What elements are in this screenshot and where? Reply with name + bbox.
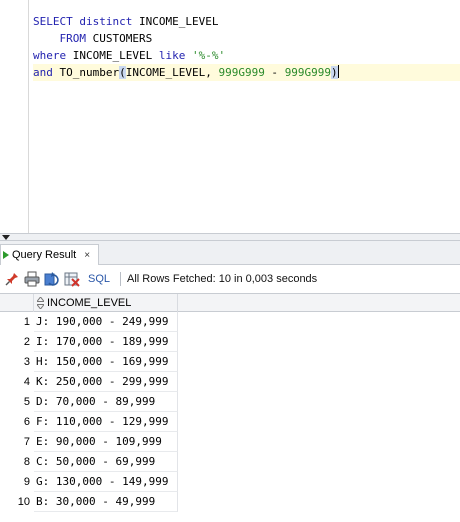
bracket-close: )	[331, 66, 338, 79]
table-row[interactable]: 10 B: 30,000 - 49,999	[0, 492, 460, 512]
collapse-arrow-icon[interactable]	[2, 235, 10, 240]
code-line-3: where INCOME_LEVEL like '%-%'	[33, 47, 460, 64]
grid-header: INCOME_LEVEL	[0, 293, 460, 312]
export-icon[interactable]	[64, 271, 80, 287]
table-row[interactable]: 2 I: 170,000 - 189,999	[0, 332, 460, 352]
table-row[interactable]: 4 K: 250,000 - 299,999	[0, 372, 460, 392]
column-header-income-level[interactable]: INCOME_LEVEL	[34, 294, 178, 312]
cell-income-level[interactable]: G: 130,000 - 149,999	[34, 472, 178, 492]
row-number: 6	[23, 416, 30, 428]
row-number: 10	[17, 496, 30, 508]
code-line-2: FROM CUSTOMERS	[33, 30, 460, 47]
results-tabbar: Query Result ×	[0, 241, 460, 265]
row-number: 1	[23, 316, 30, 328]
table-row[interactable]: 8 C: 50,000 - 69,999	[0, 452, 460, 472]
identifier: INCOME_LEVEL,	[125, 66, 219, 79]
sort-icon[interactable]	[37, 297, 44, 309]
grid-rows: 1 J: 190,000 - 249,999 2 I: 170,000 - 189,9…	[0, 312, 460, 512]
cell-income-level[interactable]: E: 90,000 - 109,999	[34, 432, 178, 452]
format-literal: 999G999	[218, 66, 265, 79]
pin-icon[interactable]	[4, 271, 20, 287]
print-icon[interactable]	[24, 271, 40, 287]
string-literal: '%-%'	[191, 49, 226, 62]
tab-label: Query Result	[12, 249, 77, 261]
function-name: TO_number	[52, 66, 120, 79]
row-number: 5	[23, 396, 30, 408]
sql-editor[interactable]: SELECT distinct INCOME_LEVEL FROM CUSTOM…	[0, 0, 460, 233]
code-area[interactable]: SELECT distinct INCOME_LEVEL FROM CUSTOM…	[33, 13, 460, 81]
close-icon[interactable]: ×	[84, 250, 90, 261]
column-label: INCOME_LEVEL	[47, 297, 132, 309]
keyword: FROM	[59, 32, 87, 45]
results-grid[interactable]: INCOME_LEVEL 1 J: 190,000 - 249,999 2 I: 17…	[0, 293, 460, 522]
bracket-open: (	[119, 66, 126, 79]
editor-gutter	[28, 0, 29, 233]
results-toolbar: SQL All Rows Fetched: 10 in 0,003 second…	[0, 265, 460, 293]
fetch-status: All Rows Fetched: 10 in 0,003 seconds	[127, 273, 318, 285]
row-number: 9	[23, 476, 30, 488]
keyword: where	[33, 49, 67, 62]
panel-splitter[interactable]	[0, 233, 460, 241]
row-header-corner	[0, 294, 34, 312]
cell-income-level[interactable]: H: 150,000 - 169,999	[34, 352, 178, 372]
table-row[interactable]: 7 E: 90,000 - 109,999	[0, 432, 460, 452]
code-line-1: SELECT distinct INCOME_LEVEL	[33, 13, 460, 30]
cell-income-level[interactable]: B: 30,000 - 49,999	[34, 492, 178, 512]
toolbar-divider	[120, 272, 122, 286]
refresh-icon[interactable]	[44, 271, 60, 287]
table-row[interactable]: 9 G: 130,000 - 149,999	[0, 472, 460, 492]
format-literal: 999G999	[284, 66, 332, 79]
table-row[interactable]: 1 J: 190,000 - 249,999	[0, 312, 460, 332]
row-number: 7	[23, 436, 30, 448]
table-row[interactable]: 5 D: 70,000 - 89,999	[0, 392, 460, 412]
cell-income-level[interactable]: K: 250,000 - 299,999	[34, 372, 178, 392]
row-number: 2	[23, 336, 30, 348]
keyword: SELECT distinct	[33, 15, 133, 28]
identifier: CUSTOMERS	[86, 32, 153, 45]
cell-income-level[interactable]: I: 170,000 - 189,999	[34, 332, 178, 352]
identifier: INCOME_LEVEL	[132, 15, 219, 28]
cell-income-level[interactable]: J: 190,000 - 249,999	[34, 312, 178, 332]
text-caret	[337, 65, 339, 78]
row-number: 4	[23, 376, 30, 388]
keyword: and	[33, 66, 53, 79]
table-row[interactable]: 3 H: 150,000 - 169,999	[0, 352, 460, 372]
run-icon	[3, 251, 9, 259]
row-number: 3	[23, 356, 30, 368]
code-line-4: and TO_number(INCOME_LEVEL, 999G999 - 99…	[33, 64, 460, 81]
sql-button[interactable]: SQL	[88, 273, 110, 285]
cell-income-level[interactable]: C: 50,000 - 69,999	[34, 452, 178, 472]
keyword: like	[158, 49, 186, 62]
operator: -	[264, 66, 285, 79]
cell-income-level[interactable]: D: 70,000 - 89,999	[34, 392, 178, 412]
table-row[interactable]: 6 F: 110,000 - 129,999	[0, 412, 460, 432]
tab-query-result[interactable]: Query Result ×	[0, 244, 100, 265]
cell-income-level[interactable]: F: 110,000 - 129,999	[34, 412, 178, 432]
identifier: INCOME_LEVEL	[66, 49, 159, 62]
row-number: 8	[23, 456, 30, 468]
